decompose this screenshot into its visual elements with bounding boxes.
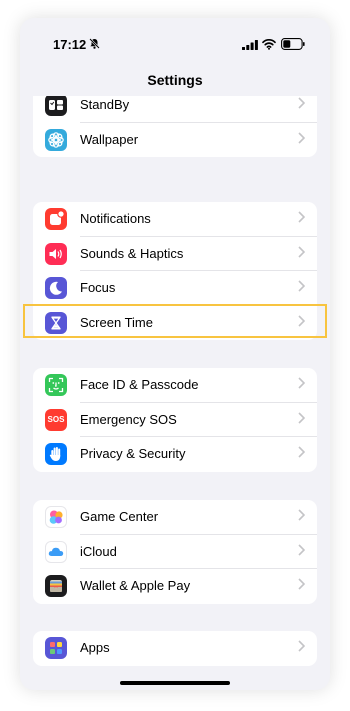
settings-item-label: Game Center bbox=[80, 509, 159, 524]
sos-icon-text: SOS bbox=[47, 414, 65, 424]
apps-icon bbox=[45, 637, 67, 659]
wallet-icon bbox=[45, 575, 67, 597]
settings-item-emergency-sos[interactable]: SOS Emergency SOS bbox=[33, 403, 317, 437]
settings-item-focus[interactable]: Focus bbox=[33, 271, 317, 306]
chevron-right-icon bbox=[298, 509, 305, 521]
settings-group: Face ID & Passcode SOS Emergency SOS Pri… bbox=[33, 368, 317, 472]
settings-item-wallpaper[interactable]: Wallpaper bbox=[33, 123, 317, 158]
settings-group: Game Center iCloud Wallet & Apple Pay bbox=[33, 500, 317, 604]
chevron-right-icon bbox=[298, 543, 305, 556]
sos-icon: SOS bbox=[45, 408, 67, 431]
settings-item-label: Wallpaper bbox=[80, 131, 139, 147]
bell-off-icon bbox=[89, 38, 100, 49]
notifications-icon bbox=[45, 208, 67, 230]
settings-item-icloud[interactable]: iCloud bbox=[33, 535, 317, 569]
wallpaper-icon bbox=[45, 128, 67, 151]
signal-icon bbox=[242, 40, 258, 50]
settings-item-label: Sounds & Haptics bbox=[80, 245, 184, 261]
settings-item-label: Apps bbox=[80, 640, 110, 655]
status-bar: 17:12 bbox=[20, 18, 330, 66]
chevron-right-icon bbox=[298, 446, 305, 458]
game-center-icon bbox=[45, 506, 67, 528]
chevron-right-icon bbox=[298, 377, 305, 389]
settings-item-label: Focus bbox=[80, 280, 116, 295]
settings-item-label: StandBy bbox=[80, 97, 130, 112]
settings-group: StandBy Wallpaper bbox=[33, 96, 317, 157]
settings-item-label: Face ID & Passcode bbox=[80, 377, 199, 392]
face-id-icon bbox=[45, 374, 67, 396]
hand-icon bbox=[45, 443, 67, 465]
settings-item-game-center[interactable]: Game Center bbox=[33, 500, 317, 535]
chevron-right-icon bbox=[298, 411, 305, 424]
settings-group: Apps bbox=[33, 631, 317, 666]
chevron-right-icon bbox=[298, 211, 305, 223]
settings-item-privacy-security[interactable]: Privacy & Security bbox=[33, 437, 317, 472]
icloud-icon bbox=[45, 540, 67, 563]
settings-item-standby[interactable]: StandBy bbox=[33, 96, 317, 123]
settings-item-label: Emergency SOS bbox=[80, 411, 177, 427]
status-time: 17:12 bbox=[53, 37, 87, 52]
page-title: Settings bbox=[147, 72, 203, 88]
speaker-icon bbox=[45, 242, 67, 265]
highlight-box bbox=[23, 304, 327, 338]
phone-screen: 17:12 Settings StandBy Wallpaper Notific… bbox=[20, 18, 330, 690]
settings-item-notifications[interactable]: Notifications bbox=[33, 202, 317, 237]
settings-item-apps[interactable]: Apps bbox=[33, 631, 317, 666]
settings-list[interactable]: StandBy Wallpaper Notifications Sounds &… bbox=[20, 96, 330, 690]
moon-icon bbox=[45, 277, 67, 299]
home-indicator[interactable] bbox=[120, 681, 230, 685]
settings-item-sounds-haptics[interactable]: Sounds & Haptics bbox=[33, 237, 317, 271]
settings-item-face-id-passcode[interactable]: Face ID & Passcode bbox=[33, 368, 317, 403]
battery-icon bbox=[281, 38, 305, 50]
chevron-right-icon bbox=[298, 97, 305, 109]
settings-item-label: iCloud bbox=[80, 543, 117, 559]
wifi-icon bbox=[262, 38, 276, 50]
chevron-right-icon bbox=[298, 280, 305, 292]
settings-item-wallet-apple-pay[interactable]: Wallet & Apple Pay bbox=[33, 569, 317, 604]
settings-item-label: Notifications bbox=[80, 211, 151, 226]
chevron-right-icon bbox=[298, 131, 305, 144]
settings-item-label: Wallet & Apple Pay bbox=[80, 578, 191, 593]
chevron-right-icon bbox=[298, 245, 305, 258]
chevron-right-icon bbox=[298, 640, 305, 652]
chevron-right-icon bbox=[298, 578, 305, 590]
standby-icon bbox=[45, 96, 67, 116]
settings-item-label: Privacy & Security bbox=[80, 446, 186, 461]
